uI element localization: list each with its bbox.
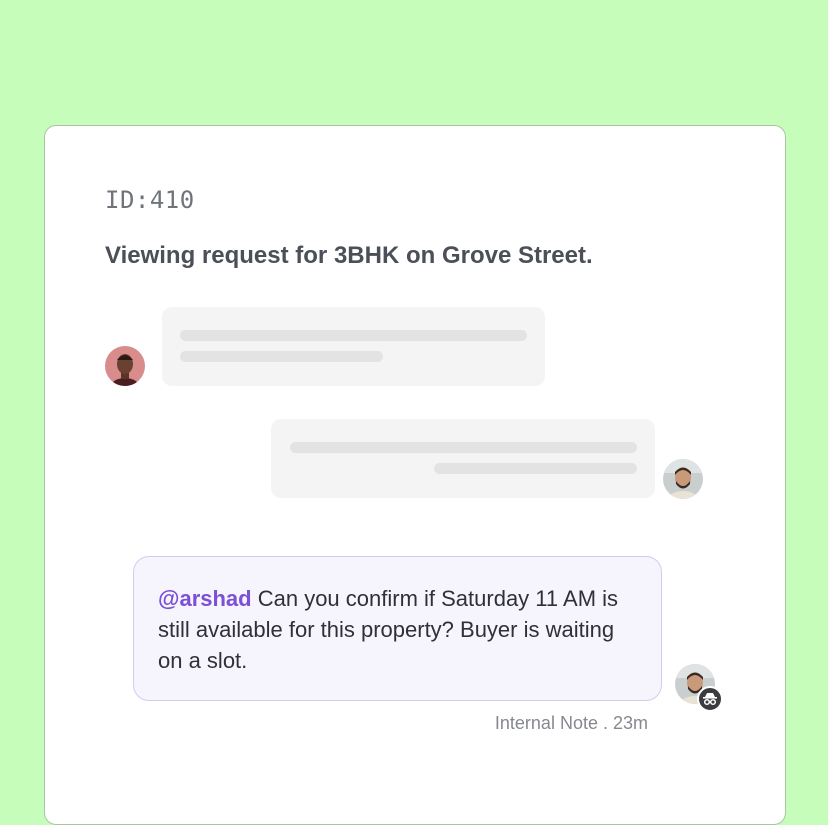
skeleton-line [434, 463, 637, 474]
ticket-title: Viewing request for 3BHK on Grove Street… [105, 242, 593, 269]
internal-note-bubble: @arshad Can you confirm if Saturday 11 A… [133, 556, 662, 701]
person-avatar-icon [663, 459, 703, 499]
note-meta: Internal Note . 23m [494, 713, 648, 733]
customer-avatar [105, 346, 145, 386]
incoming-message-bubble [162, 307, 545, 386]
skeleton-line [180, 330, 527, 341]
skeleton-line [180, 351, 383, 362]
skeleton-line [290, 442, 637, 453]
person-avatar-icon [105, 346, 145, 386]
agent-avatar [663, 459, 703, 499]
ticket-card: ID:410 Viewing request for 3BHK on Grove… [44, 125, 786, 825]
incognito-icon [703, 693, 717, 706]
outgoing-message-bubble [271, 419, 655, 498]
mention-link[interactable]: @arshad [158, 586, 252, 611]
internal-note-badge [697, 686, 723, 712]
ticket-id: ID:410 [105, 186, 195, 214]
